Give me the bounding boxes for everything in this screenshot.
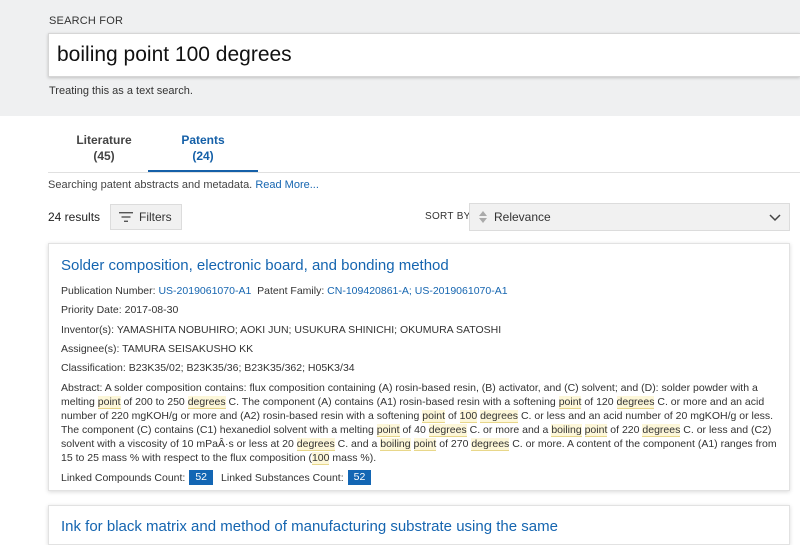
- tab-patents-count: (24): [192, 149, 214, 163]
- publication-number-label: Publication Number:: [61, 285, 156, 297]
- classification: Classification: B23K35/02; B23K35/36; B2…: [61, 362, 355, 374]
- highlighted-term: point: [584, 424, 608, 437]
- assignees: Assignee(s): TAMURA SEISAKUSHO KK: [61, 343, 254, 355]
- patent-family-link[interactable]: CN-109420861-A;: [327, 285, 412, 297]
- filter-icon: [119, 212, 133, 222]
- search-mode-note: Treating this as a text search.: [49, 85, 193, 97]
- sort-label: SORT BY: [425, 211, 471, 222]
- abstract-text: C. or more and a: [466, 424, 552, 436]
- tab-literature-label: Literature: [76, 133, 132, 147]
- result-card: Ink for black matrix and method of manuf…: [48, 505, 790, 545]
- filters-button[interactable]: Filters: [110, 204, 182, 230]
- tab-literature[interactable]: Literature (45): [48, 132, 160, 172]
- linked-substances-label: Linked Substances Count:: [221, 471, 344, 484]
- highlighted-term: degrees: [616, 396, 655, 409]
- highlighted-term: degrees: [187, 396, 226, 409]
- abstract-text: C. The component (A) contains (A1) rosin…: [225, 396, 559, 408]
- highlighted-term: boiling: [380, 438, 411, 451]
- linked-counts: Linked Compounds Count: 52 Linked Substa…: [61, 470, 379, 485]
- highlighted-term: point: [376, 424, 400, 437]
- chevron-down-icon: [769, 214, 781, 222]
- highlighted-term: 100: [311, 452, 330, 465]
- highlighted-term: 100: [459, 410, 478, 423]
- abstract-text: of: [445, 410, 460, 422]
- highlighted-term: point: [413, 438, 437, 451]
- tab-patents[interactable]: Patents (24): [148, 132, 258, 173]
- abstract-text: of 200 to 250: [120, 396, 188, 408]
- linked-substances-badge[interactable]: 52: [347, 470, 372, 485]
- sort-updown-icon: [479, 211, 487, 223]
- search-input[interactable]: [48, 33, 800, 77]
- result-card: Solder composition, electronic board, an…: [48, 243, 790, 491]
- filters-label: Filters: [139, 210, 172, 224]
- highlighted-term: degrees: [480, 410, 519, 423]
- publication-number-link[interactable]: US-2019061070-A1: [158, 285, 251, 297]
- abstract: Abstract: A solder composition contains:…: [61, 381, 779, 465]
- sort-select[interactable]: Relevance: [469, 203, 790, 231]
- publication-line: Publication Number: US-2019061070-A1 Pat…: [61, 285, 508, 297]
- highlighted-term: degrees: [428, 424, 467, 437]
- sort-value: Relevance: [494, 210, 551, 224]
- read-more-link[interactable]: Read More...: [255, 179, 319, 191]
- abstract-text: of 270: [436, 438, 472, 450]
- abstract-text: mass %).: [329, 452, 377, 464]
- search-scope-note: Searching patent abstracts and metadata.…: [48, 179, 319, 191]
- abstract-text: of 120: [581, 396, 617, 408]
- tabs-divider: [48, 172, 800, 173]
- abstract-text: C. and a: [334, 438, 381, 450]
- result-title-link[interactable]: Ink for black matrix and method of manuf…: [61, 518, 558, 535]
- search-panel: SEARCH FOR Treating this as a text searc…: [0, 0, 800, 116]
- abstract-text: of 40: [399, 424, 429, 436]
- linked-compounds-label: Linked Compounds Count:: [61, 471, 186, 484]
- highlighted-term: point: [422, 410, 446, 423]
- highlighted-term: degrees: [471, 438, 510, 451]
- priority-date: Priority Date: 2017-08-30: [61, 304, 179, 316]
- linked-compounds-badge[interactable]: 52: [189, 470, 214, 485]
- highlighted-term: point: [97, 396, 121, 409]
- abstract-text: of 220: [607, 424, 643, 436]
- tab-patents-label: Patents: [181, 133, 225, 147]
- result-title-link[interactable]: Solder composition, electronic board, an…: [61, 257, 449, 274]
- inventors: Inventor(s): YAMASHITA NOBUHIRO; AOKI JU…: [61, 324, 502, 336]
- search-scope-text: Searching patent abstracts and metadata.: [48, 179, 253, 191]
- tab-literature-count: (45): [93, 149, 115, 163]
- highlighted-term: degrees: [296, 438, 335, 451]
- highlighted-term: degrees: [642, 424, 681, 437]
- highlighted-term: point: [558, 396, 582, 409]
- results-count: 24 results: [48, 210, 101, 224]
- search-label: SEARCH FOR: [49, 15, 124, 27]
- patent-family-link[interactable]: US-2019061070-A1: [415, 285, 508, 297]
- patent-family-label: Patent Family:: [257, 285, 325, 297]
- highlighted-term: boiling: [551, 424, 582, 437]
